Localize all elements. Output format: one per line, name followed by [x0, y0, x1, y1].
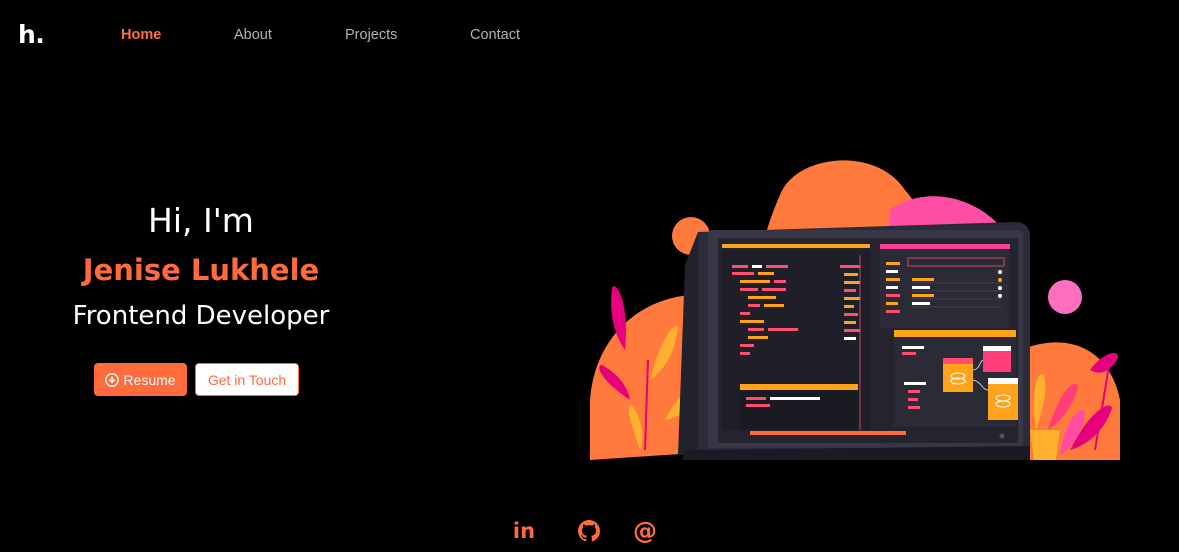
- nav-about[interactable]: About: [234, 24, 272, 46]
- email-icon[interactable]: @: [632, 517, 658, 545]
- github-icon[interactable]: [576, 518, 602, 544]
- nav-home[interactable]: Home: [121, 24, 161, 46]
- nav-projects[interactable]: Projects: [345, 24, 397, 46]
- get-in-touch-label: Get in Touch: [207, 371, 287, 388]
- page: h. Home About Projects Contact Hi, I'm J…: [0, 0, 1179, 552]
- get-in-touch-button[interactable]: Get in Touch: [195, 363, 299, 396]
- hero-role: Frontend Developer: [72, 301, 330, 331]
- hero-name: Jenise Lukhele: [82, 253, 320, 287]
- resume-button[interactable]: Resume: [94, 363, 187, 396]
- linkedin-icon[interactable]: in: [511, 518, 537, 544]
- laptop-code-illustration: [590, 160, 1120, 460]
- nav-contact[interactable]: Contact: [470, 24, 520, 46]
- download-icon: [105, 372, 120, 387]
- hero-greeting: Hi, I'm: [148, 201, 254, 240]
- hero-intro: Hi, I'm Jenise Lukhele Frontend Develope…: [0, 196, 402, 338]
- resume-button-label: Resume: [123, 371, 176, 388]
- site-logo[interactable]: h.: [18, 18, 45, 52]
